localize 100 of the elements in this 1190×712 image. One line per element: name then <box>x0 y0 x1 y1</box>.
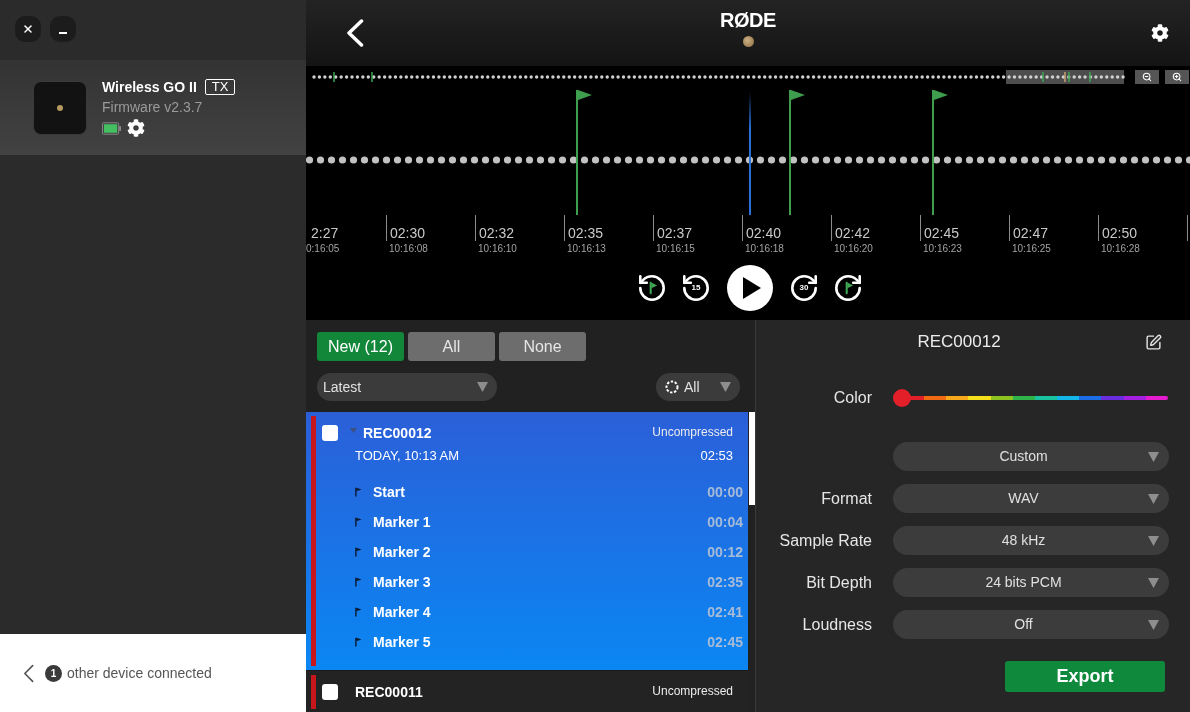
minimize-button[interactable] <box>50 16 76 42</box>
flag-icon <box>355 637 362 647</box>
marker-time: 02:45 <box>707 634 743 650</box>
export-button[interactable]: Export <box>1005 661 1165 692</box>
recording-card[interactable]: REC00012 Uncompressed TODAY, 10:13 AM 02:53 Start 00:00 Marker 1 00:04 Marker 2 00:12 Marker 3 02:35 Marker 4 02:41 Marker 5 02:45 <box>306 412 748 670</box>
marker-name[interactable]: Start <box>373 484 405 500</box>
checkbox[interactable] <box>322 684 338 700</box>
device-count-badge: 1 <box>45 664 62 682</box>
select-dropdown[interactable]: WAV <box>893 484 1169 513</box>
skip-forward-button[interactable]: 30 <box>791 274 817 301</box>
settings-icon <box>1151 24 1169 42</box>
sort-dropdown[interactable]: Latest <box>317 373 497 401</box>
timeline-clock: 0:16:05 <box>306 243 341 255</box>
select-dropdown[interactable]: 48 kHz <box>893 526 1169 555</box>
select-dropdown[interactable]: Off <box>893 610 1169 639</box>
device-type-badge: TX <box>204 79 236 95</box>
color-slider[interactable] <box>893 389 1169 407</box>
marker-time: 00:00 <box>707 484 743 500</box>
timeline-time: 02:30 <box>389 226 426 241</box>
zoom-out-button[interactable] <box>1135 70 1159 84</box>
flag-icon <box>355 487 362 497</box>
timeline-clock: 10:16:25 <box>1011 243 1052 255</box>
other-devices-panel[interactable]: 1 other device connected <box>0 634 306 712</box>
scrollbar-thumb[interactable] <box>749 412 755 505</box>
settings-button[interactable] <box>1151 24 1169 42</box>
marker-time: 00:04 <box>707 514 743 530</box>
slider-thumb[interactable] <box>893 389 911 407</box>
firmware-version: Firmware v2.3.7 <box>102 98 204 116</box>
checkbox[interactable] <box>322 425 338 441</box>
marker-name[interactable]: Marker 4 <box>373 604 431 620</box>
marker-flag[interactable] <box>789 90 805 215</box>
play-button[interactable] <box>727 264 773 311</box>
playhead-line[interactable] <box>749 92 751 215</box>
timeline-time: 02:47 <box>1012 226 1049 241</box>
previous-marker-button[interactable] <box>639 274 665 301</box>
timeline-time: 02:37 <box>656 226 693 241</box>
recording-title: REC00012 <box>917 331 1001 354</box>
filter-tab[interactable]: None <box>499 332 586 361</box>
marker-tick <box>1068 72 1070 82</box>
marker-time: 00:12 <box>707 544 743 560</box>
zoom-out-icon <box>1142 72 1152 82</box>
color-filter-dropdown[interactable]: All <box>656 373 740 401</box>
recording-card[interactable]: REC00011 Uncompressed <box>306 671 748 712</box>
preset-dropdown[interactable]: Custom <box>893 442 1169 471</box>
dashed-circle-icon <box>665 380 679 394</box>
timeline-clock: 10:16:15 <box>655 243 696 255</box>
chevron-left-icon[interactable] <box>23 663 34 683</box>
timeline-clock: 10:16:20 <box>833 243 874 255</box>
timeline-clock: 10:16:08 <box>388 243 429 255</box>
marker-name[interactable]: Marker 2 <box>373 544 431 560</box>
chevron-left-icon <box>346 19 364 47</box>
marker-tick <box>1042 72 1044 82</box>
timeline-clock: 10:16:18 <box>744 243 785 255</box>
recording-duration: 02:53 <box>700 448 733 464</box>
skip-seconds-label: 15 <box>691 283 701 292</box>
rewind-flag-icon <box>639 274 665 301</box>
edit-button[interactable] <box>1145 333 1162 351</box>
caret-down-icon <box>477 382 488 392</box>
settings-icon[interactable] <box>127 119 145 137</box>
edit-icon <box>1145 333 1162 351</box>
skip-back-button[interactable]: 15 <box>683 274 709 301</box>
setting-label: Format <box>820 488 872 509</box>
recording-name: REC00012 <box>363 425 432 441</box>
recording-format: Uncompressed <box>652 683 733 698</box>
marker-time: 02:35 <box>707 574 743 590</box>
zoom-in-button[interactable] <box>1165 70 1189 84</box>
marker-flag[interactable] <box>932 90 948 215</box>
setting-label: Sample Rate <box>778 530 872 551</box>
playhead-tick <box>1064 72 1066 82</box>
setting-label: Loudness <box>801 614 872 635</box>
setting-label: Bit Depth <box>805 572 872 593</box>
rotate-right-icon <box>791 274 817 301</box>
forward-flag-icon <box>835 274 861 301</box>
close-button[interactable] <box>15 16 41 42</box>
marker-name[interactable]: Marker 5 <box>373 634 431 650</box>
next-marker-button[interactable] <box>835 274 861 301</box>
zoom-in-icon <box>1172 72 1182 82</box>
device-drawing <box>33 80 87 135</box>
timeline-time: 02:32 <box>478 226 515 241</box>
timeline-time: 02:42 <box>834 226 871 241</box>
timeline-time: 02:45 <box>923 226 960 241</box>
select-dropdown[interactable]: 24 bits PCM <box>893 568 1169 597</box>
setting-label: Color <box>832 388 872 408</box>
device-card[interactable]: Wireless GO II TX Firmware v2.3.7 <box>0 60 306 155</box>
filter-tab[interactable]: New (12) <box>317 332 404 361</box>
recording-name: REC00011 <box>355 684 423 700</box>
marker-flag[interactable] <box>576 90 592 215</box>
marker-tick <box>333 72 335 82</box>
flag-icon <box>355 517 362 527</box>
marker-name[interactable]: Marker 3 <box>373 574 431 590</box>
other-devices-text: other device connected <box>67 663 212 683</box>
flag-icon <box>355 577 362 587</box>
marker-name[interactable]: Marker 1 <box>373 514 431 530</box>
flag-icon <box>355 607 362 617</box>
back-button[interactable] <box>346 19 364 47</box>
skip-seconds-label: 30 <box>799 283 809 292</box>
timeline-time: 2:27 <box>310 226 339 241</box>
play-icon <box>743 276 761 299</box>
timeline-clock: 10:16:28 <box>1100 243 1141 255</box>
filter-tab[interactable]: All <box>408 332 495 361</box>
